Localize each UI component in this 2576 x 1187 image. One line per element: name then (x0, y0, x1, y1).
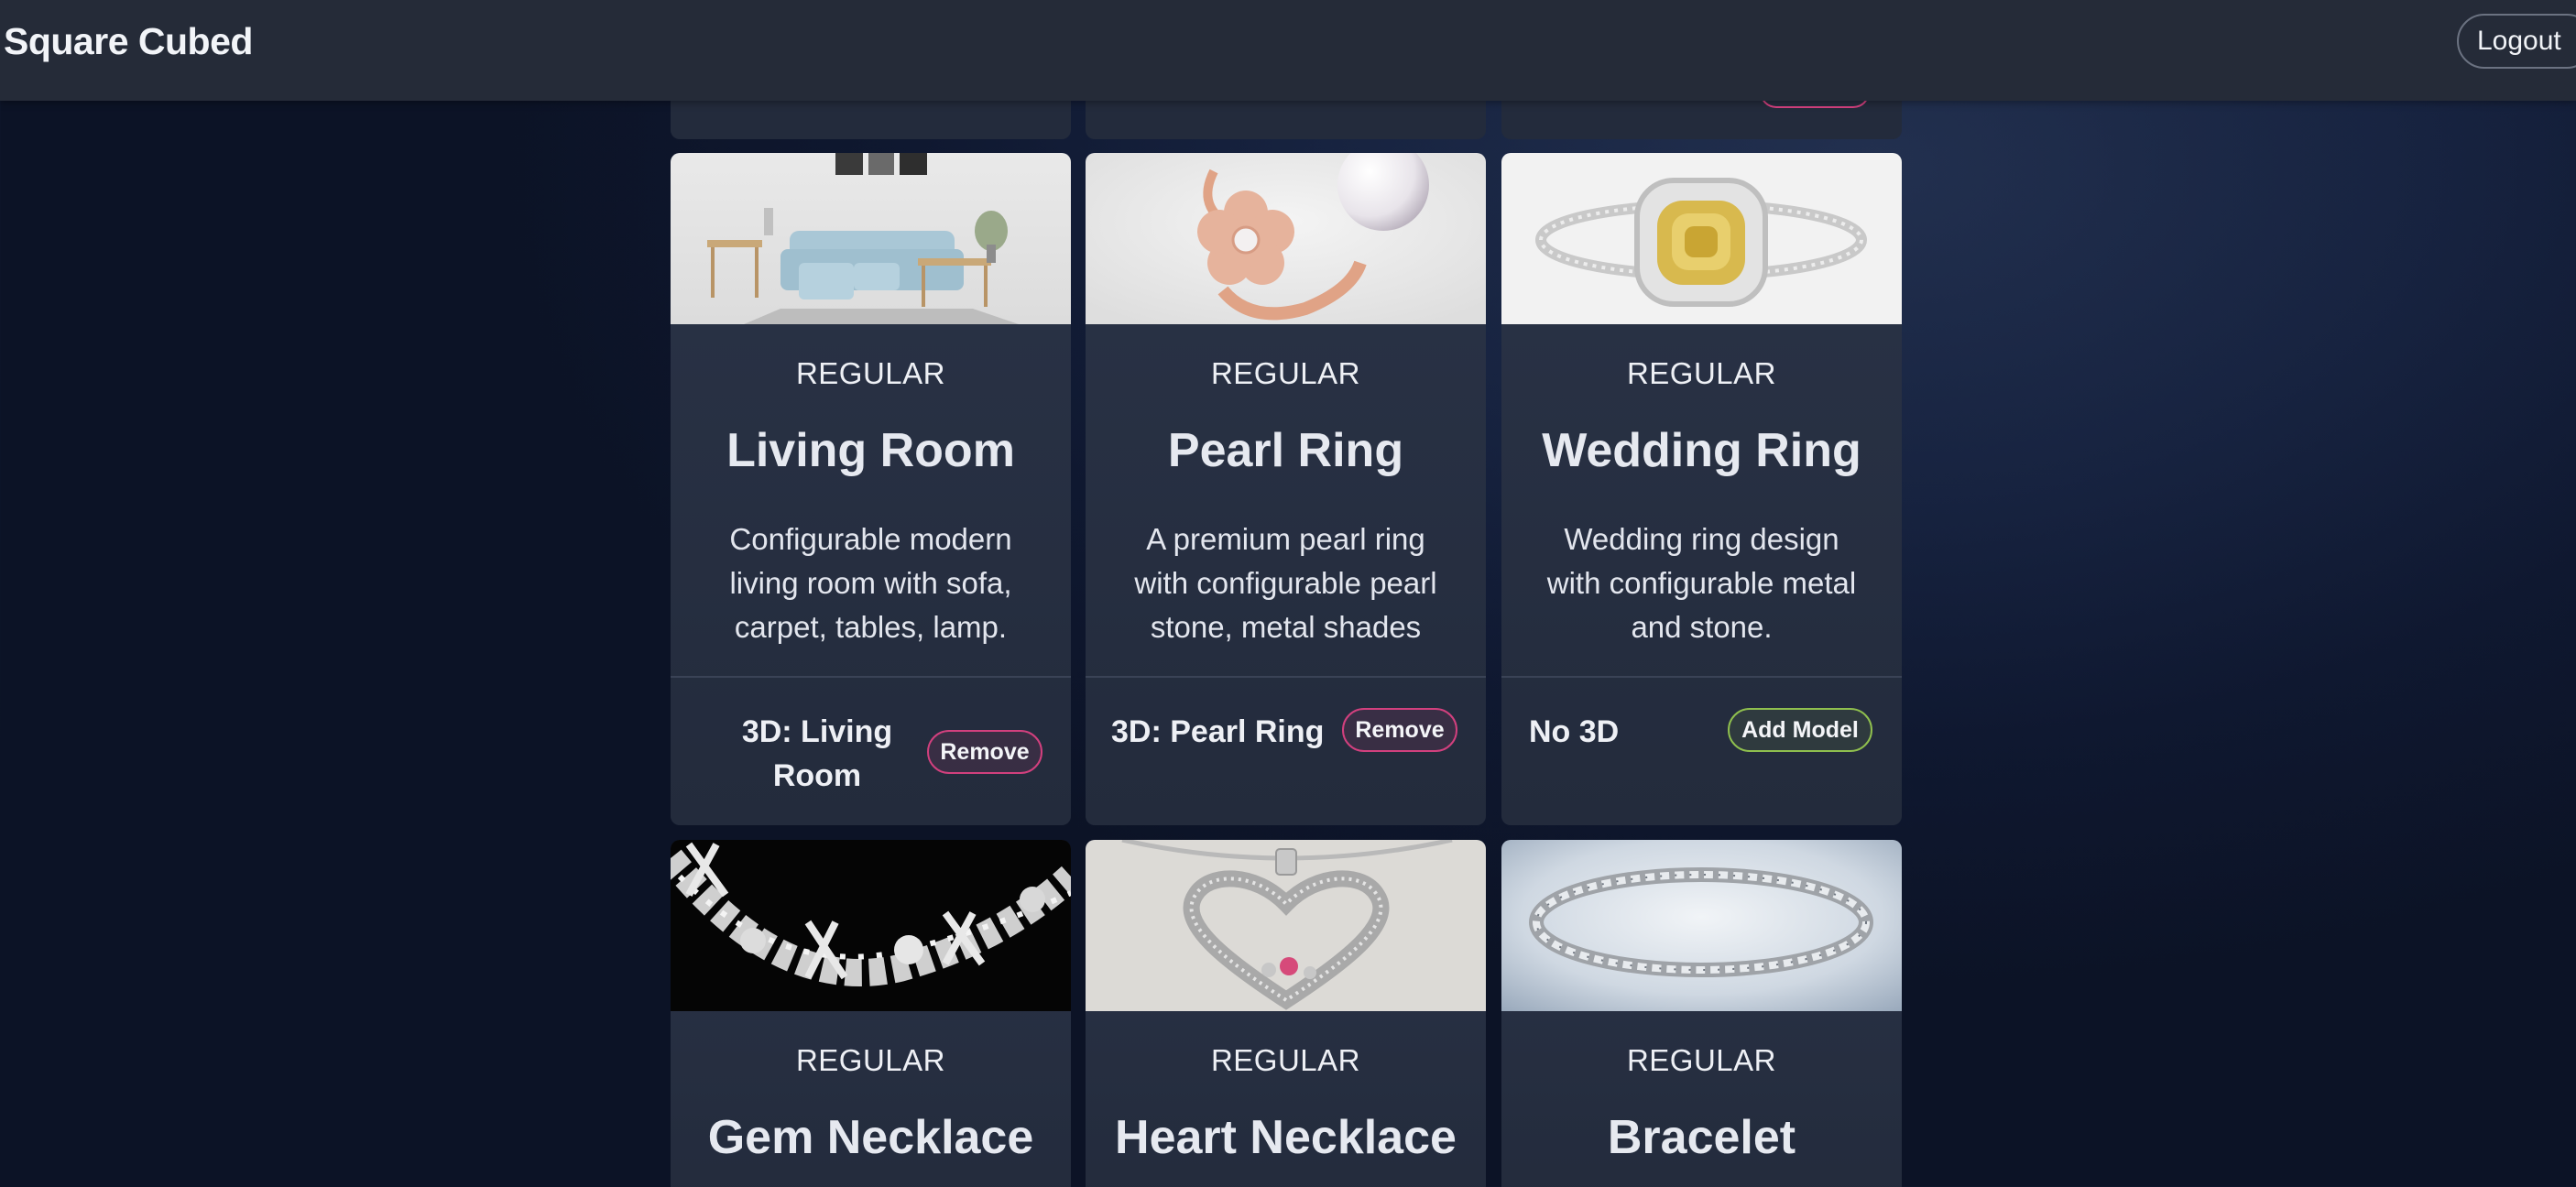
card-badge: REGULAR (795, 356, 946, 390)
card-badge: REGULAR (1210, 1043, 1361, 1077)
product-image-living-room (671, 153, 1071, 324)
card-title: Living Room (726, 424, 1015, 477)
product-image-gem-necklace (671, 840, 1071, 1011)
top-navbar: Square Cubed Logout (0, 0, 2576, 101)
remove-model-button[interactable]: Remove (1342, 708, 1457, 752)
card-divider (1086, 676, 1486, 678)
card-description: Wedding ring design with configurable me… (1546, 522, 1857, 644)
card-title: Gem Necklace (707, 1111, 1034, 1164)
card-title: Bracelet (1607, 1111, 1796, 1164)
card-title: Wedding Ring (1542, 424, 1861, 477)
card-divider (671, 676, 1071, 678)
model-label: No 3D (1529, 714, 1620, 749)
add-model-button[interactable]: Add Model (1728, 708, 1872, 752)
card-title: Heart Necklace (1115, 1111, 1457, 1164)
product-card-bracelet: REGULAR Bracelet (1501, 840, 1902, 1187)
card-title: Pearl Ring (1167, 424, 1404, 477)
product-image-pearl-ring (1086, 153, 1486, 324)
card-badge: REGULAR (1626, 1043, 1777, 1077)
product-image-wedding-ring (1501, 153, 1902, 324)
card-badge: REGULAR (795, 1043, 946, 1077)
product-card-heart-necklace: REGULAR Heart Necklace (1086, 840, 1486, 1187)
model-label: 3D: Living Room (741, 714, 893, 793)
product-card-wedding-ring: REGULAR Wedding Ring Wedding ring design… (1501, 153, 1902, 825)
product-card-living-room: REGULAR Living Room Configurable modern … (671, 153, 1071, 825)
card-description: Configurable modern living room with sof… (729, 522, 1012, 644)
card-description: A premium pearl ring with configurable p… (1134, 522, 1437, 644)
product-card-pearl-ring: REGULAR Pearl Ring A premium pearl ring … (1086, 153, 1486, 825)
brand-logo[interactable]: Square Cubed (4, 20, 253, 63)
remove-model-button[interactable]: Remove (927, 730, 1042, 774)
product-image-heart-necklace (1086, 840, 1486, 1011)
product-image-bracelet (1501, 840, 1902, 1011)
card-badge: REGULAR (1210, 356, 1361, 390)
card-badge: REGULAR (1626, 356, 1777, 390)
model-label: 3D: Pearl Ring (1111, 714, 1325, 749)
product-card-gem-necklace: REGULAR Gem Necklace (671, 840, 1071, 1187)
logout-button[interactable]: Logout (2457, 14, 2576, 69)
card-divider (1501, 676, 1902, 678)
